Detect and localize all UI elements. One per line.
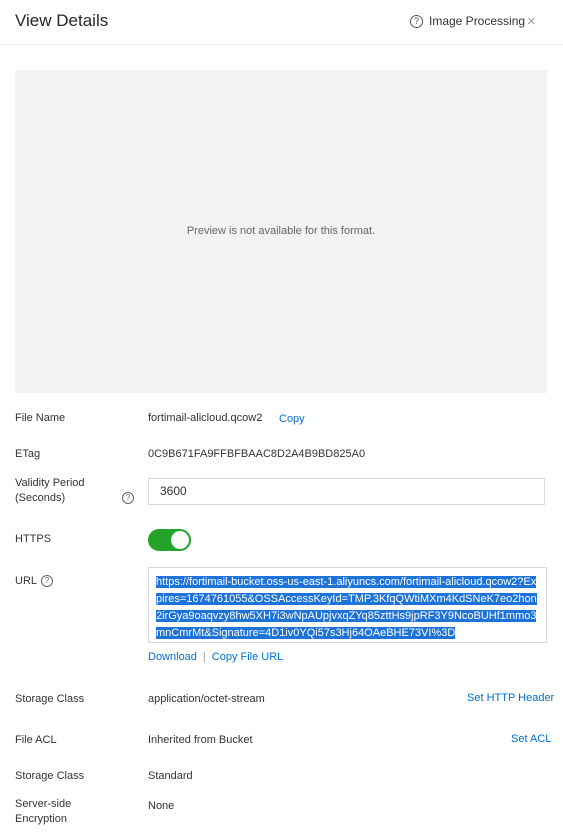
url-text[interactable]: https://fortimail-bucket.oss-us-east-1.a… [156, 574, 539, 642]
copy-file-name-link[interactable]: Copy [279, 412, 305, 427]
page-title: View Details [15, 11, 109, 30]
close-icon[interactable]: × [527, 13, 536, 30]
url-label: URL [15, 575, 38, 587]
preview-message: Preview is not available for this format… [186, 225, 376, 237]
url-line-4: Mt&Signature=4D1iv0YQi57s3Hj64OAeBHE73VI… [192, 627, 456, 639]
copy-file-url-link[interactable]: Copy File URL [212, 651, 284, 663]
file-name-value: fortimail-alicloud.qcow2 [148, 412, 263, 424]
etag-label: ETag [15, 448, 41, 460]
url-help-icon[interactable]: ? [41, 575, 54, 588]
url-label-row: URL? [15, 574, 54, 589]
https-toggle[interactable] [148, 529, 191, 551]
encryption-label-line1: Server-side [15, 798, 72, 810]
separator: | [202, 651, 206, 663]
validity-label-line1: Validity Period [15, 477, 85, 489]
set-acl-link[interactable]: Set ACL [511, 732, 551, 747]
file-acl-value: Inherited from Bucket [148, 734, 253, 746]
url-textarea[interactable]: https://fortimail-bucket.oss-us-east-1.a… [148, 567, 547, 643]
image-processing-link[interactable]: ? Image Processing [410, 14, 525, 28]
etag-value: 0C9B671FA9FFBFBAAC8D2A4B9BD825A0 [148, 448, 366, 460]
storage-class-type-value: application/octet-stream [148, 693, 265, 705]
encryption-label: Server-side Encryption [15, 797, 71, 827]
encryption-label-line2: Encryption [15, 813, 67, 825]
drawer-header: View Details ? Image Processing × [0, 0, 563, 45]
set-http-header-link[interactable]: Set HTTP Header [467, 691, 554, 706]
file-preview-area: Preview is not available for this format… [15, 70, 547, 393]
validity-label-line2: (Seconds) [15, 492, 66, 504]
storage-class-label: Storage Class [15, 770, 85, 782]
encryption-value: None [148, 800, 175, 812]
toggle-knob [171, 531, 189, 549]
https-label: HTTPS [15, 533, 52, 545]
storage-class-type-label: Storage Class [15, 693, 85, 705]
validity-period-input[interactable]: 3600 [148, 478, 545, 505]
validity-help-icon[interactable]: ? [122, 492, 134, 504]
url-actions: Download | Copy File URL [148, 650, 283, 665]
download-link[interactable]: Download [148, 651, 197, 663]
file-acl-label: File ACL [15, 734, 57, 746]
file-name-label: File Name [15, 412, 66, 424]
storage-class-value: Standard [148, 770, 193, 782]
image-processing-label: Image Processing [429, 14, 526, 28]
validity-label: Validity Period (Seconds) [15, 476, 85, 506]
help-icon: ? [410, 14, 423, 28]
